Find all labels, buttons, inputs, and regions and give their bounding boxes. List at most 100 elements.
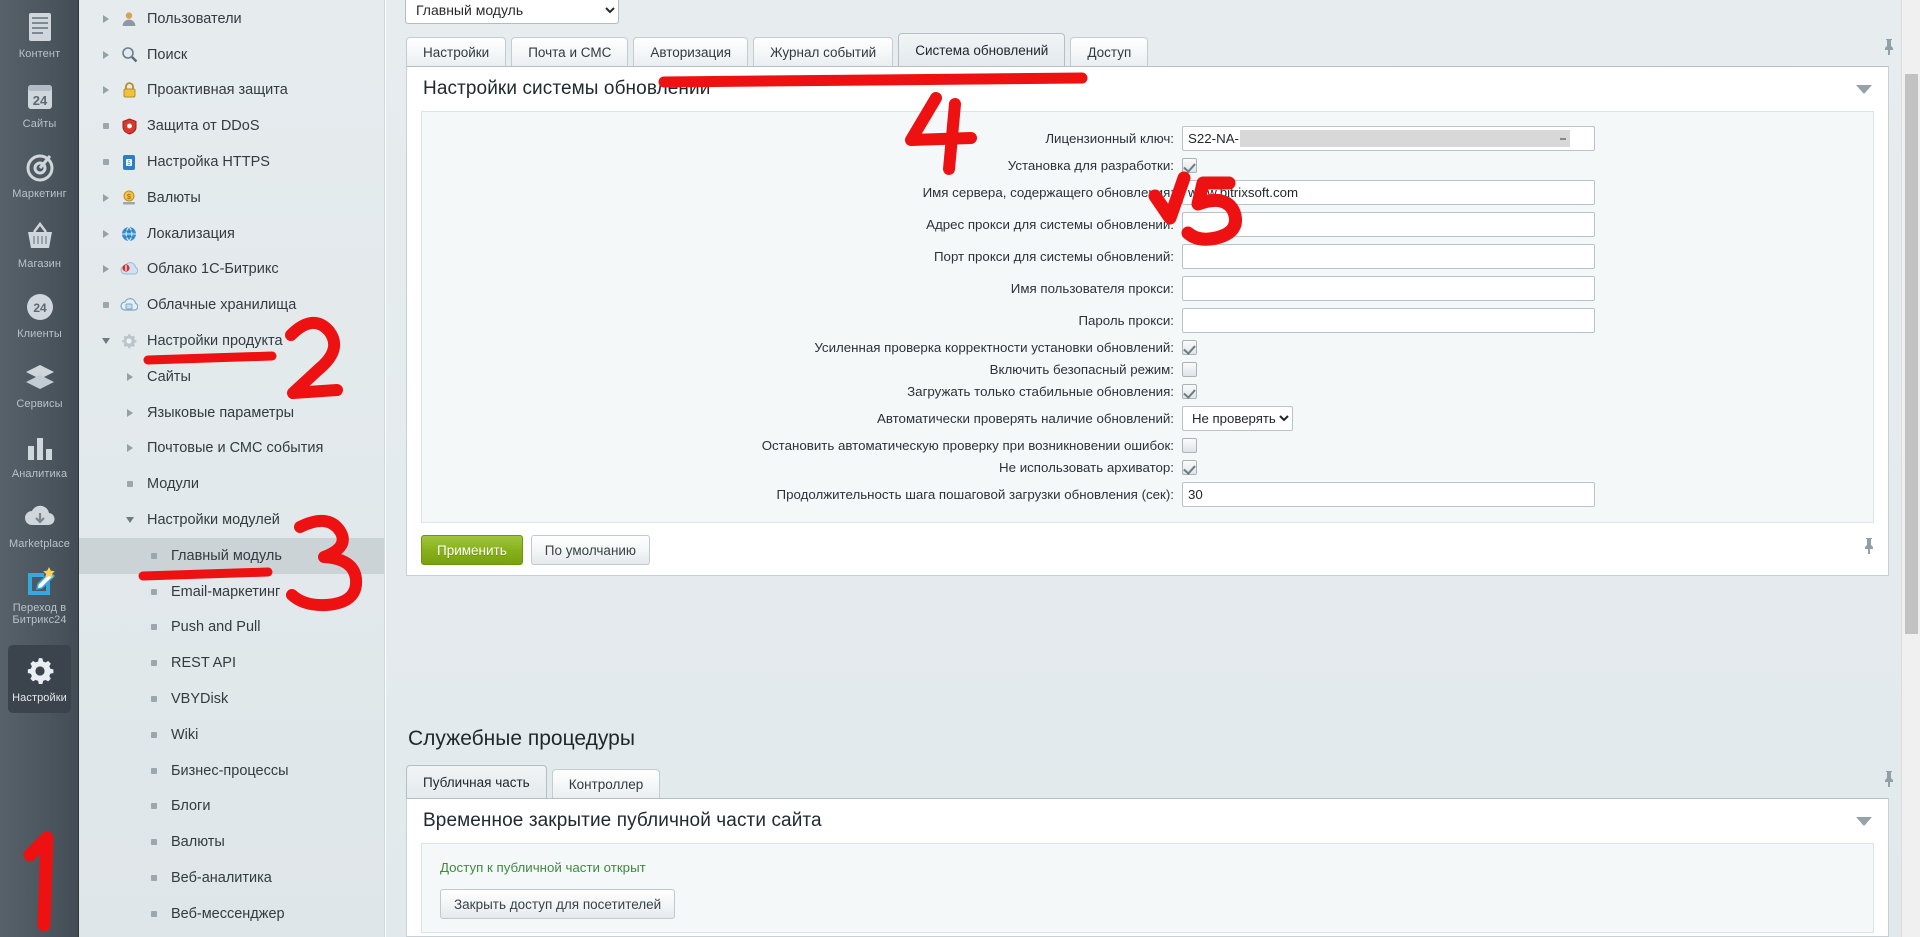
bullet-icon[interactable] xyxy=(119,481,141,488)
tree-node-23[interactable]: Валюты xyxy=(79,824,384,860)
field-input-2[interactable] xyxy=(1182,179,1595,205)
tree-node-21[interactable]: Бизнес-процессы xyxy=(79,753,384,789)
tab-0[interactable]: Настройки xyxy=(406,37,507,66)
bullet-icon[interactable] xyxy=(143,910,165,917)
tree-node-label: Веб-аналитика xyxy=(171,870,272,887)
pin-tabs-icon[interactable] xyxy=(1882,38,1895,61)
bullet-icon[interactable] xyxy=(143,588,165,595)
bullet-icon[interactable] xyxy=(95,159,117,166)
rail-item-4[interactable]: 24 Клиенты xyxy=(0,280,79,350)
field-input-13[interactable] xyxy=(1182,481,1595,507)
service-tab-0[interactable]: Публичная часть xyxy=(406,765,547,798)
rail-item-1[interactable]: 24 Сайты xyxy=(0,70,79,140)
field-input-3[interactable] xyxy=(1182,211,1595,237)
tree-node-5[interactable]: $ Валюты xyxy=(79,180,384,216)
pin-form-icon[interactable] xyxy=(1862,537,1876,560)
checkbox-8[interactable] xyxy=(1182,361,1197,377)
tree-node-12[interactable]: Почтовые и СМС события xyxy=(79,431,384,467)
apply-button[interactable]: Применить xyxy=(421,535,523,565)
chevron-right-icon[interactable] xyxy=(119,408,141,417)
chevron-right-icon[interactable] xyxy=(95,86,117,95)
bullet-icon[interactable] xyxy=(143,660,165,667)
tree-node-24[interactable]: Веб-аналитика xyxy=(79,860,384,896)
service-tab-row[interactable]: Публичная часть Контроллер xyxy=(406,765,665,798)
tree-node-11[interactable]: Языковые параметры xyxy=(79,395,384,431)
main-module-tree-node[interactable]: Главный модуль xyxy=(79,538,384,574)
tree-node-16[interactable]: Email-маркетинг xyxy=(79,574,384,610)
tree-node-4[interactable]: 5 Настройка HTTPS xyxy=(79,144,384,180)
bullet-icon[interactable] xyxy=(143,803,165,810)
chevron-right-icon[interactable] xyxy=(95,14,117,23)
module-tab-row[interactable]: Настройки Почта и СМС Авторизация Журнал со… xyxy=(406,33,1153,66)
rail-item-0[interactable]: Контент xyxy=(0,0,79,70)
checkbox-11[interactable] xyxy=(1182,437,1197,453)
default-button[interactable]: По умолчанию xyxy=(530,535,651,565)
update-system-tab[interactable]: Система обновлений xyxy=(898,33,1066,66)
tree-node-25[interactable]: Веб-мессенджер xyxy=(79,896,384,932)
collapse-public-panel-icon[interactable] xyxy=(1856,817,1872,826)
service-tab-1[interactable]: Контроллер xyxy=(551,769,661,798)
page-scrollbar[interactable] xyxy=(1901,0,1920,937)
settings-tree-menu[interactable]: Пользователи Поиск Проактивная защита Защит… xyxy=(79,0,385,937)
field-input-5[interactable] xyxy=(1182,275,1595,301)
close-public-access-button[interactable]: Закрыть доступ для посетителей xyxy=(440,889,676,919)
bullet-icon[interactable] xyxy=(143,624,165,631)
tree-node-19[interactable]: VBYDisk xyxy=(79,681,384,717)
auto-check-select[interactable]: Не проверять xyxy=(1182,405,1293,431)
tree-node-0[interactable]: Пользователи xyxy=(79,1,384,37)
tree-node-13[interactable]: Модули xyxy=(79,466,384,502)
checkbox-9[interactable] xyxy=(1182,383,1197,399)
bullet-icon[interactable] xyxy=(143,767,165,774)
chevron-down-icon[interactable] xyxy=(95,338,117,345)
tab-5[interactable]: Доступ xyxy=(1070,37,1149,66)
bullet-icon[interactable] xyxy=(143,552,165,559)
checkbox-12[interactable] xyxy=(1182,459,1197,475)
tree-node-7[interactable]: Облако 1С-Битрикс xyxy=(79,252,384,288)
update-settings-form: Лицензионный ключ: Установка для разработ… xyxy=(421,111,1874,523)
bullet-icon[interactable] xyxy=(95,123,117,130)
tree-node-1[interactable]: Поиск xyxy=(79,37,384,73)
tree-node-9[interactable]: Настройки продукта xyxy=(79,323,384,359)
checkbox-7[interactable] xyxy=(1182,339,1197,355)
chevron-right-icon[interactable] xyxy=(95,50,117,59)
tree-node-2[interactable]: Проактивная защита xyxy=(79,73,384,109)
chevron-right-icon[interactable] xyxy=(95,229,117,238)
bullet-icon[interactable] xyxy=(95,302,117,309)
rail-item-8[interactable]: Переход в Битрикс24 xyxy=(0,560,79,630)
tree-node-22[interactable]: Блоги xyxy=(79,789,384,825)
chevron-right-icon[interactable] xyxy=(95,193,117,202)
settings-rail-item[interactable]: Настройки xyxy=(8,645,71,713)
tree-node-14[interactable]: Настройки модулей xyxy=(79,502,384,538)
tree-node-18[interactable]: REST API xyxy=(79,645,384,681)
pin-service-tabs-icon[interactable] xyxy=(1882,770,1895,793)
rail-item-7[interactable]: Marketplace xyxy=(0,490,79,560)
module-select[interactable]: Главный модуль xyxy=(405,0,619,24)
bullet-icon[interactable] xyxy=(143,731,165,738)
chevron-right-icon[interactable] xyxy=(95,265,117,274)
tab-2[interactable]: Авторизация xyxy=(633,37,749,66)
rail-item-5[interactable]: Сервисы xyxy=(0,350,79,420)
tab-1[interactable]: Почта и СМС xyxy=(511,37,629,66)
chevron-right-icon[interactable] xyxy=(119,444,141,453)
tab-3[interactable]: Журнал событий xyxy=(753,37,894,66)
rail-item-2[interactable]: Маркетинг xyxy=(0,140,79,210)
rail-item-3[interactable]: Магазин xyxy=(0,210,79,280)
tree-node-label: Бизнес-процессы xyxy=(171,762,289,779)
chevron-down-icon[interactable] xyxy=(119,517,141,524)
tree-node-20[interactable]: Wiki xyxy=(79,717,384,753)
bullet-icon[interactable] xyxy=(143,875,165,882)
rail-item-6[interactable]: Аналитика xyxy=(0,420,79,490)
dev-install-checkbox[interactable] xyxy=(1182,157,1197,173)
bullet-icon[interactable] xyxy=(143,696,165,703)
tree-node-6[interactable]: Локализация xyxy=(79,216,384,252)
tree-node-17[interactable]: Push and Pull xyxy=(79,610,384,646)
tree-node-8[interactable]: Облачные хранилища xyxy=(79,287,384,323)
field-input-6[interactable] xyxy=(1182,307,1595,333)
tree-node-10[interactable]: Сайты xyxy=(79,359,384,395)
collapse-panel-icon[interactable] xyxy=(1856,85,1872,94)
field-input-4[interactable] xyxy=(1182,243,1595,269)
chevron-right-icon[interactable] xyxy=(119,372,141,381)
scrollbar-thumb[interactable] xyxy=(1905,74,1918,634)
tree-node-3[interactable]: Защита от DDoS xyxy=(79,108,384,144)
bullet-icon[interactable] xyxy=(143,839,165,846)
